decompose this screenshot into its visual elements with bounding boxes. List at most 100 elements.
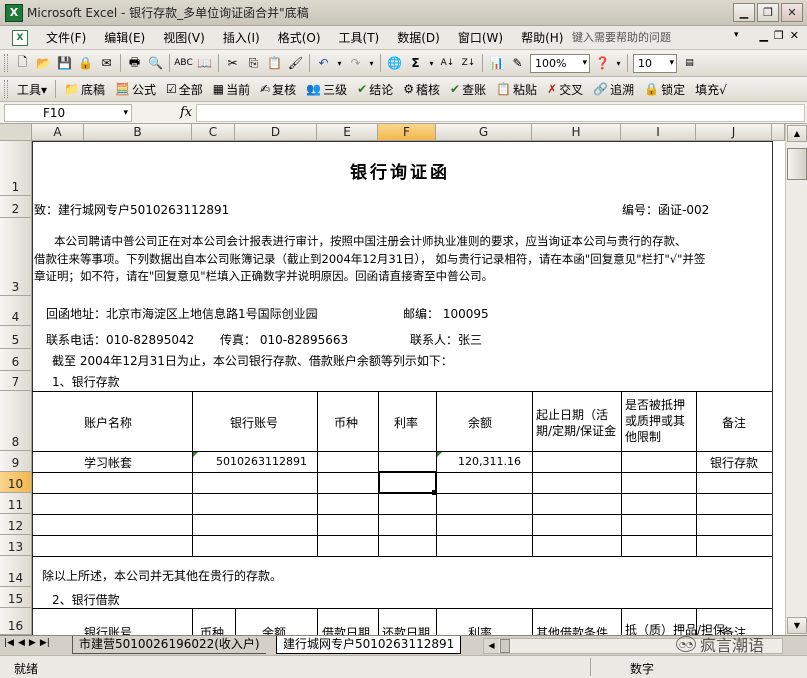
conclusion-button[interactable]: ✔ 结论 <box>352 81 398 98</box>
toolbar-more-icon[interactable]: ▤ <box>681 54 699 72</box>
row-header-12[interactable]: 12 <box>0 514 32 535</box>
open-icon[interactable]: 📂 <box>35 54 53 72</box>
email-icon[interactable]: ✉ <box>98 54 116 72</box>
scroll-left-icon[interactable]: ◀ <box>484 639 499 653</box>
autosum-dropdown-icon[interactable]: ▾ <box>428 54 436 72</box>
chart-wizard-icon[interactable]: 📊 <box>488 54 506 72</box>
help-icon[interactable]: ❓ <box>594 54 612 72</box>
select-all-corner[interactable] <box>0 124 32 141</box>
column-header-h[interactable]: H <box>532 124 621 141</box>
first-sheet-icon[interactable]: |◀ <box>4 638 14 648</box>
third-level-button[interactable]: 👥 三级 <box>301 81 352 98</box>
menu-view[interactable]: 视图(V) <box>155 29 215 46</box>
row-header-7[interactable]: 7 <box>0 371 32 391</box>
prev-sheet-icon[interactable]: ◀ <box>18 638 25 648</box>
workbook-icon[interactable]: X <box>12 29 28 46</box>
audit-check-button[interactable]: ⚙ 稽核 <box>398 81 445 98</box>
workpaper-button[interactable]: 📁 底稿 <box>59 81 110 98</box>
help-search-input[interactable]: 键入需要帮助的问题 <box>566 29 744 46</box>
column-header-j[interactable]: J <box>696 124 772 141</box>
menu-edit[interactable]: 编辑(E) <box>96 29 155 46</box>
sort-ascending-icon[interactable]: A↓ <box>439 54 457 72</box>
menu-file[interactable]: 文件(F) <box>38 29 96 46</box>
column-header-f[interactable]: F <box>378 124 436 141</box>
drawing-icon[interactable]: ✎ <box>509 54 527 72</box>
formula-input[interactable] <box>196 104 805 122</box>
save-icon[interactable]: 💾 <box>56 54 74 72</box>
worksheet-grid[interactable]: 银行询证函 致：建行城网专户5010263112891 编号：函证-002 本公… <box>32 141 785 635</box>
undo-dropdown-icon[interactable]: ▾ <box>336 54 344 72</box>
check-account-button[interactable]: ✔ 查账 <box>445 81 491 98</box>
name-box[interactable]: F10 <box>4 103 132 122</box>
row-header-15[interactable]: 15 <box>0 587 32 608</box>
print-preview-icon[interactable]: 🔍 <box>147 54 165 72</box>
review-button[interactable]: ✍ 复核 <box>255 81 301 98</box>
toolbar-options-icon[interactable]: ▾ <box>615 54 623 72</box>
trace-button[interactable]: 🔗 追溯 <box>588 81 639 98</box>
permission-icon[interactable]: 🔒 <box>77 54 95 72</box>
print-icon[interactable]: 🖶 <box>126 54 144 72</box>
cut-icon[interactable]: ✂ <box>224 54 242 72</box>
copy-icon[interactable]: ⎘ <box>245 54 263 72</box>
fill-handle[interactable] <box>432 490 437 495</box>
column-header-c[interactable]: C <box>192 124 235 141</box>
row-header-14[interactable]: 14 <box>0 556 32 587</box>
doc-close-button[interactable]: ✕ <box>790 29 799 42</box>
row-header-9[interactable]: 9 <box>0 451 32 472</box>
column-header-d[interactable]: D <box>235 124 317 141</box>
active-cell-f10[interactable] <box>378 471 437 494</box>
menu-window[interactable]: 窗口(W) <box>450 29 513 46</box>
horizontal-scroll-thumb[interactable] <box>500 639 510 653</box>
restore-button[interactable]: ❐ <box>757 3 779 22</box>
column-header-i[interactable]: I <box>621 124 696 141</box>
column-header-e[interactable]: E <box>317 124 378 141</box>
vertical-scroll-thumb[interactable] <box>787 148 807 180</box>
format-painter-icon[interactable]: 🖌 <box>287 54 305 72</box>
current-button[interactable]: ▦ 当前 <box>208 81 255 98</box>
close-button[interactable]: ✕ <box>781 3 803 22</box>
row-header-4[interactable]: 4 <box>0 296 32 326</box>
minimize-button[interactable]: ▁ <box>733 3 755 22</box>
all-button[interactable]: ☑ 全部 <box>161 81 208 98</box>
column-header-b[interactable]: B <box>84 124 192 141</box>
column-header-a[interactable]: A <box>32 124 84 141</box>
toolbar-grip[interactable] <box>4 54 8 72</box>
menu-format[interactable]: 格式(O) <box>270 29 331 46</box>
sheet-tab-income-account[interactable]: 市建营5010026196022(收入户) <box>72 636 266 654</box>
doc-restore-button[interactable]: ❐ <box>774 29 784 42</box>
insert-function-icon[interactable]: fx <box>180 105 192 120</box>
paste-button[interactable]: 📋 粘贴 <box>491 81 542 98</box>
column-header-g[interactable]: G <box>436 124 532 141</box>
spelling-icon[interactable]: ABC <box>174 54 192 72</box>
menu-insert[interactable]: 插入(I) <box>215 29 270 46</box>
font-size-select[interactable]: 10 <box>633 53 677 73</box>
row-header-2[interactable]: 2 <box>0 196 32 218</box>
hyperlink-icon[interactable]: 🌐 <box>386 54 404 72</box>
row-header-10[interactable]: 10 <box>0 472 32 493</box>
menu-tools[interactable]: 工具(T) <box>331 29 390 46</box>
menu-help[interactable]: 帮助(H) <box>513 29 573 46</box>
undo-icon[interactable]: ↶ <box>315 54 333 72</box>
redo-icon[interactable]: ↷ <box>347 54 365 72</box>
new-icon[interactable]: 🗋 <box>14 54 32 72</box>
sort-descending-icon[interactable]: Z↓ <box>460 54 478 72</box>
row-header-8[interactable]: 8 <box>0 391 32 451</box>
last-sheet-icon[interactable]: ▶| <box>40 638 50 648</box>
zoom-select[interactable]: 100% <box>530 53 590 73</box>
formula-button[interactable]: 🧮 公式 <box>110 81 161 98</box>
doc-minimize-button[interactable]: ▁ <box>759 29 767 42</box>
menu-data[interactable]: 数据(D) <box>389 29 450 46</box>
row-header-11[interactable]: 11 <box>0 493 32 514</box>
scroll-up-icon[interactable]: ▲ <box>787 125 807 142</box>
row-header-6[interactable]: 6 <box>0 349 32 371</box>
column-header-k[interactable] <box>772 124 785 141</box>
row-header-16[interactable]: 16 <box>0 608 32 635</box>
lock-button[interactable]: 🔒 锁定 <box>639 81 690 98</box>
tools-dropdown[interactable]: 工具▾ <box>12 81 52 98</box>
paste-icon[interactable]: 📋 <box>266 54 284 72</box>
row-header-5[interactable]: 5 <box>0 326 32 349</box>
help-dropdown-icon[interactable]: ▾ <box>734 30 739 40</box>
research-icon[interactable]: 📖 <box>196 54 214 72</box>
audit-toolbar-grip[interactable] <box>4 80 8 98</box>
scroll-down-icon[interactable]: ▼ <box>787 617 807 634</box>
